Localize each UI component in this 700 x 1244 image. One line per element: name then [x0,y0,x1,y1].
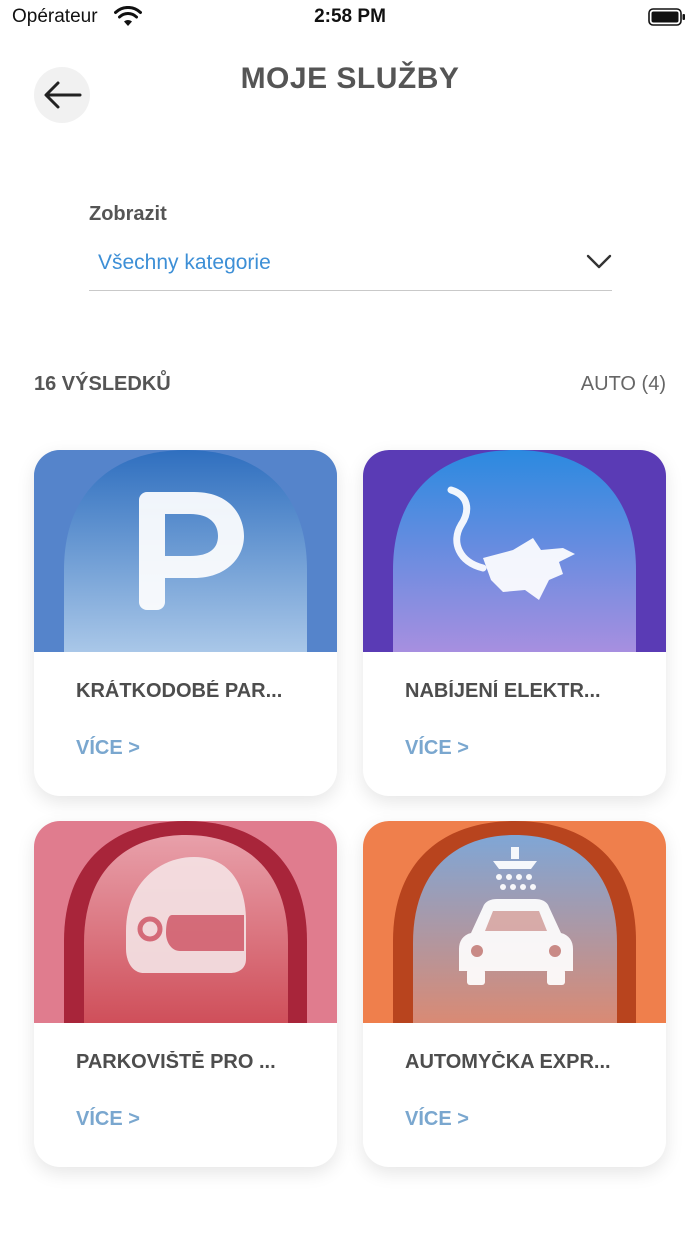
card-image [34,821,337,1023]
card-image [363,450,666,652]
clock: 2:58 PM [314,6,386,27]
card-image [363,821,666,1023]
service-card[interactable]: KRÁTKODOBÉ PAR... VÍCE > [34,450,337,796]
service-card[interactable]: PARKOVIŠTĚ PRO ... VÍCE > [34,821,337,1167]
results-count: 16 VÝSLEDKŮ [34,373,171,395]
card-title: NABÍJENÍ ELEKTR... [405,680,601,702]
card-title: PARKOVIŠTĚ PRO ... [76,1051,276,1073]
service-card[interactable]: AUTOMYČKA EXPR... VÍCE > [363,821,666,1167]
card-image [34,450,337,652]
status-bar: Opérateur 2:58 PM [0,0,700,36]
card-more-link[interactable]: VÍCE > [76,1108,140,1131]
service-card[interactable]: NABÍJENÍ ELEKTR... VÍCE > [363,450,666,796]
page-title: MOJE SLUŽBY [240,62,460,95]
card-more-link[interactable]: VÍCE > [405,1108,469,1131]
category-select[interactable]: Všechny kategorie [89,240,612,291]
card-title: AUTOMYČKA EXPR... [405,1051,611,1073]
card-more-link[interactable]: VÍCE > [76,737,140,760]
category-select-value: Všechny kategorie [98,251,271,274]
chevron-down-icon [586,250,612,272]
card-title: KRÁTKODOBÉ PAR... [76,680,283,702]
card-more-link[interactable]: VÍCE > [405,737,469,760]
battery-icon [648,8,686,26]
filter-tag-auto[interactable]: AUTO (4) [581,373,666,396]
filter-label: Zobrazit [89,203,167,225]
